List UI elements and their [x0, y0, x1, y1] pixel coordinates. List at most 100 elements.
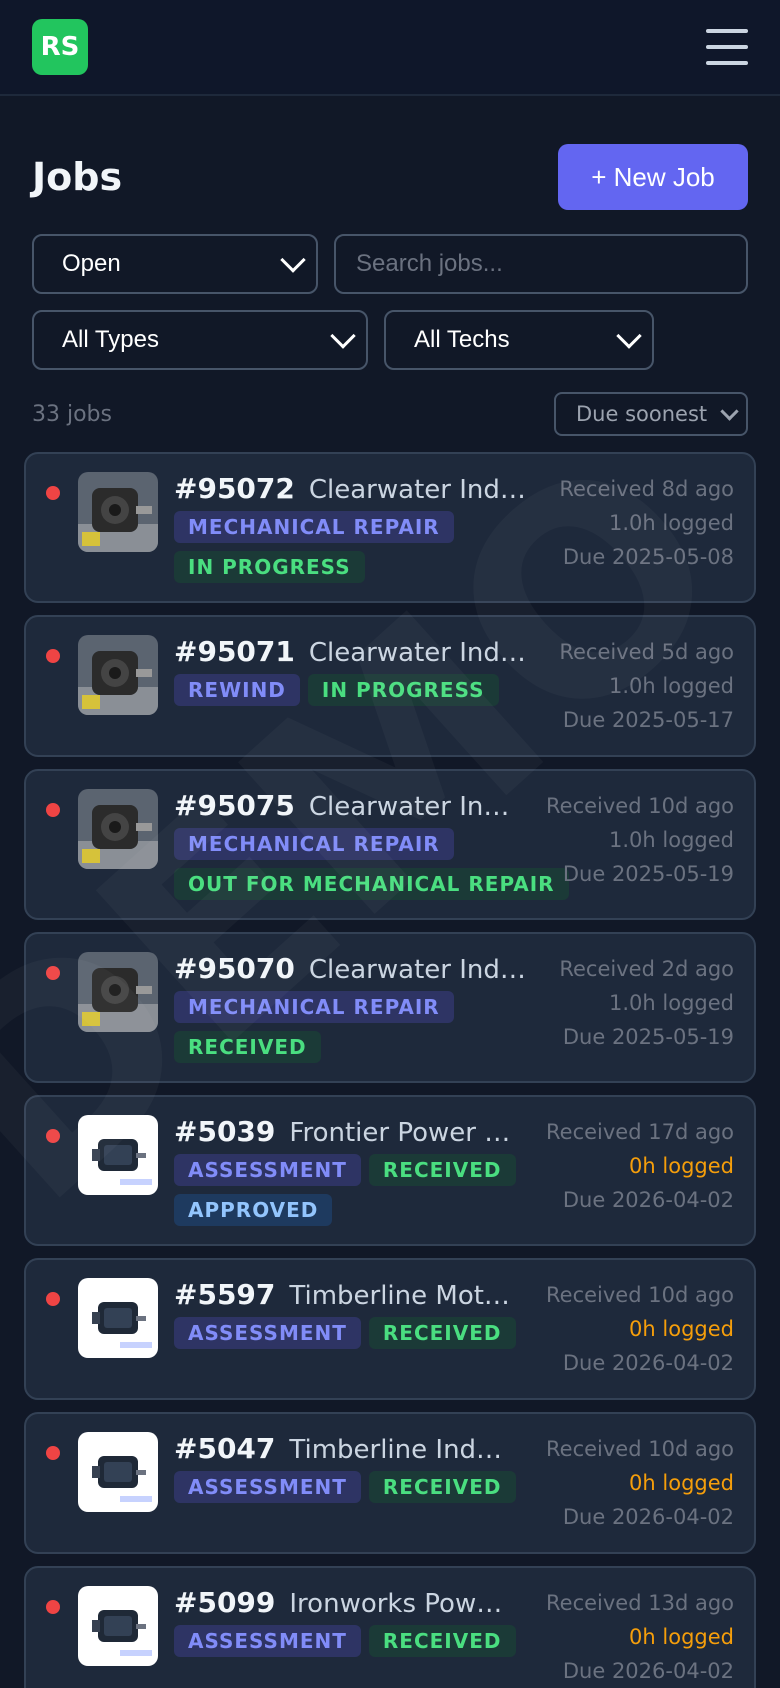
- job-list: #95072 Clearwater Ind… MECHANICAL REPAIR…: [0, 452, 780, 1688]
- product-photo: [78, 1586, 158, 1666]
- priority-dot: [46, 1292, 60, 1306]
- job-badges: ASSESSMENT RECEIVED: [174, 1317, 536, 1349]
- received-age: Received 10d ago: [546, 1283, 734, 1307]
- job-number: #95075: [174, 789, 295, 822]
- chevron-down-icon: [616, 323, 642, 349]
- received-age: Received 8d ago: [559, 477, 734, 501]
- customer-name: Clearwater Ind…: [308, 955, 526, 985]
- job-meta: Received 2d ago 1.0h logged Due 2025-05-…: [559, 952, 734, 1063]
- customer-name: Frontier Power …: [289, 1118, 511, 1148]
- job-type-badge: MECHANICAL REPAIR: [174, 511, 454, 543]
- chevron-down-icon: [720, 401, 739, 421]
- results-summary: 33 jobs Due soonest: [0, 392, 780, 436]
- priority-dot: [46, 649, 60, 663]
- page-header: Jobs + New Job: [0, 144, 780, 210]
- time-logged: 0h logged: [629, 1471, 734, 1495]
- search-field[interactable]: [334, 234, 748, 294]
- job-main: #5099 Ironworks Pow… ASSESSMENT RECEIVED: [174, 1586, 536, 1688]
- job-title-line: #5099 Ironworks Pow…: [174, 1586, 536, 1619]
- sort-value: Due soonest: [576, 402, 708, 426]
- product-photo: [78, 1115, 158, 1195]
- app-logo[interactable]: RS: [32, 19, 88, 75]
- job-meta: Received 17d ago 0h logged Due 2026-04-0…: [546, 1115, 734, 1226]
- job-card[interactable]: #5099 Ironworks Pow… ASSESSMENT RECEIVED …: [24, 1566, 756, 1688]
- job-badges: ASSESSMENT RECEIVED APPROVED: [174, 1154, 536, 1226]
- received-age: Received 10d ago: [546, 1437, 734, 1461]
- job-card[interactable]: #95072 Clearwater Ind… MECHANICAL REPAIR…: [24, 452, 756, 603]
- job-main: #95072 Clearwater Ind… MECHANICAL REPAIR…: [174, 472, 549, 583]
- priority-dot: [46, 966, 60, 980]
- job-title-line: #5039 Frontier Power …: [174, 1115, 536, 1148]
- product-photo: [78, 1278, 158, 1358]
- job-number: #5099: [174, 1586, 276, 1619]
- tech-filter-value: All Techs: [414, 326, 510, 353]
- job-card[interactable]: #5597 Timberline Mot… ASSESSMENT RECEIVED…: [24, 1258, 756, 1400]
- job-card[interactable]: #5039 Frontier Power … ASSESSMENT RECEIVE…: [24, 1095, 756, 1246]
- filters: Open All Types All Techs: [0, 234, 780, 370]
- job-count: 33 jobs: [32, 401, 112, 427]
- due-date: Due 2026-04-02: [562, 1505, 734, 1529]
- job-card[interactable]: #95070 Clearwater Ind… MECHANICAL REPAIR…: [24, 932, 756, 1083]
- approval-badge: APPROVED: [174, 1194, 333, 1226]
- job-type-badge: ASSESSMENT: [174, 1625, 361, 1657]
- job-type-badge: ASSESSMENT: [174, 1317, 361, 1349]
- job-number: #5597: [174, 1278, 276, 1311]
- job-main: #5039 Frontier Power … ASSESSMENT RECEIVE…: [174, 1115, 536, 1226]
- new-job-button[interactable]: + New Job: [558, 144, 748, 210]
- job-main: #5597 Timberline Mot… ASSESSMENT RECEIVED: [174, 1278, 536, 1380]
- job-type-badge: REWIND: [174, 674, 300, 706]
- customer-name: Clearwater Ind…: [308, 638, 526, 668]
- motor-photo: [78, 472, 158, 552]
- time-logged: 1.0h logged: [609, 828, 734, 852]
- received-age: Received 13d ago: [546, 1591, 734, 1615]
- customer-name: Timberline Ind…: [289, 1435, 503, 1465]
- sort-select[interactable]: Due soonest: [554, 392, 748, 436]
- job-number: #5047: [174, 1432, 276, 1465]
- job-card[interactable]: #95071 Clearwater Ind… REWIND IN PROGRESS…: [24, 615, 756, 757]
- job-title-line: #5047 Timberline Ind…: [174, 1432, 536, 1465]
- status-filter-select[interactable]: Open: [32, 234, 318, 294]
- job-status-badge: IN PROGRESS: [174, 551, 365, 583]
- job-main: #95075 Clearwater In… MECHANICAL REPAIR O…: [174, 789, 569, 900]
- motor-photo: [78, 635, 158, 715]
- received-age: Received 10d ago: [546, 794, 734, 818]
- priority-dot: [46, 803, 60, 817]
- time-logged: 0h logged: [629, 1317, 734, 1341]
- due-date: Due 2025-05-08: [562, 545, 734, 569]
- chevron-down-icon: [280, 247, 306, 273]
- job-number: #95072: [174, 472, 295, 505]
- priority-dot: [46, 1600, 60, 1614]
- job-number: #95071: [174, 635, 295, 668]
- type-filter-select[interactable]: All Types: [32, 310, 368, 370]
- priority-dot: [46, 1129, 60, 1143]
- job-status-badge: RECEIVED: [368, 1317, 516, 1349]
- job-card[interactable]: #95075 Clearwater In… MECHANICAL REPAIR O…: [24, 769, 756, 920]
- job-meta: Received 10d ago 0h logged Due 2026-04-0…: [546, 1278, 734, 1380]
- job-type-badge: MECHANICAL REPAIR: [174, 991, 454, 1023]
- motor-photo: [78, 952, 158, 1032]
- time-logged: 0h logged: [629, 1625, 734, 1649]
- job-title-line: #5597 Timberline Mot…: [174, 1278, 536, 1311]
- top-bar: RS: [0, 0, 780, 96]
- hamburger-menu-icon[interactable]: [706, 29, 748, 65]
- job-main: #95071 Clearwater Ind… REWIND IN PROGRESS: [174, 635, 549, 737]
- job-number: #5039: [174, 1115, 276, 1148]
- job-meta: Received 10d ago 1.0h logged Due 2025-05…: [546, 789, 734, 900]
- job-status-badge: RECEIVED: [368, 1154, 516, 1186]
- customer-name: Ironworks Pow…: [289, 1589, 503, 1619]
- tech-filter-select[interactable]: All Techs: [384, 310, 654, 370]
- job-status-badge: RECEIVED: [368, 1471, 516, 1503]
- due-date: Due 2025-05-17: [562, 708, 734, 732]
- job-badges: REWIND IN PROGRESS: [174, 674, 549, 706]
- customer-name: Timberline Mot…: [289, 1281, 510, 1311]
- due-date: Due 2025-05-19: [562, 862, 734, 886]
- job-badges: MECHANICAL REPAIR IN PROGRESS: [174, 511, 549, 583]
- job-title-line: #95072 Clearwater Ind…: [174, 472, 549, 505]
- job-card[interactable]: #5047 Timberline Ind… ASSESSMENT RECEIVED…: [24, 1412, 756, 1554]
- job-main: #5047 Timberline Ind… ASSESSMENT RECEIVED: [174, 1432, 536, 1534]
- priority-dot: [46, 1446, 60, 1460]
- search-input[interactable]: [356, 250, 726, 278]
- received-age: Received 5d ago: [559, 640, 734, 664]
- job-status-badge: RECEIVED: [368, 1625, 516, 1657]
- customer-name: Clearwater Ind…: [308, 475, 526, 505]
